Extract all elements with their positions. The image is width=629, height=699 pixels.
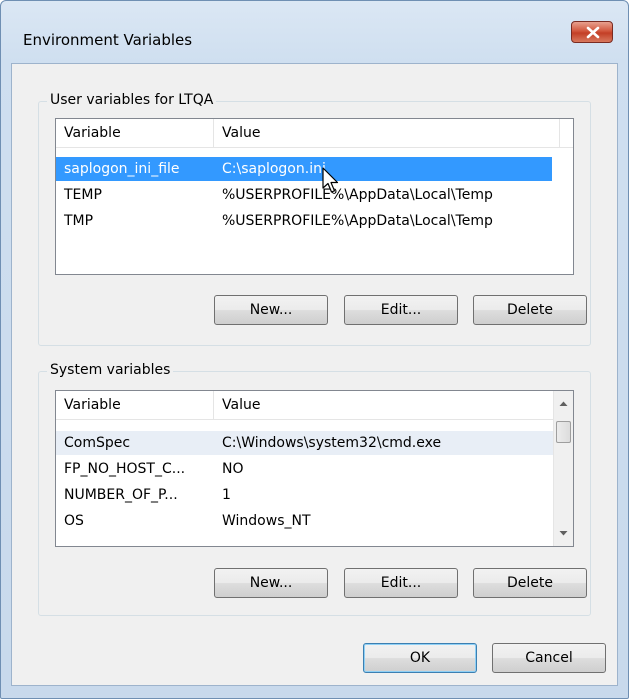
user-delete-button[interactable]: Delete: [473, 295, 587, 325]
ok-button[interactable]: OK: [363, 643, 477, 673]
system-list-header: Variable Value: [56, 391, 555, 420]
close-icon: [586, 26, 600, 39]
list-item[interactable]: NUMBER_OF_P... 1: [56, 483, 555, 507]
list-item[interactable]: TEMP %USERPROFILE%\AppData\Local\Temp: [56, 183, 552, 207]
arrow-down-icon: [559, 531, 568, 536]
scroll-down-button[interactable]: [554, 523, 573, 543]
column-header-variable[interactable]: Variable: [56, 119, 214, 147]
dialog-body: User variables for LTQA Variable Value s…: [11, 63, 618, 686]
variable-name: saplogon_ini_file: [64, 161, 180, 177]
system-variables-label: System variables: [47, 362, 174, 378]
system-delete-button[interactable]: Delete: [473, 568, 587, 598]
list-item[interactable]: OS Windows_NT: [56, 509, 555, 533]
variable-value: %USERPROFILE%\AppData\Local\Temp: [222, 187, 493, 203]
list-item[interactable]: TMP %USERPROFILE%\AppData\Local\Temp: [56, 209, 552, 233]
variable-value: 1: [222, 487, 231, 503]
system-edit-button[interactable]: Edit...: [344, 568, 458, 598]
column-header-value[interactable]: Value: [214, 119, 560, 147]
variable-name: OS: [64, 513, 84, 529]
user-variables-list[interactable]: Variable Value saplogon_ini_file C:\sapl…: [55, 118, 574, 275]
variable-value: %USERPROFILE%\AppData\Local\Temp: [222, 213, 493, 229]
list-item[interactable]: saplogon_ini_file C:\saplogon.ini: [56, 157, 552, 181]
mouse-cursor-icon: [322, 167, 339, 193]
system-variables-list[interactable]: Variable Value ComSpec C:\Windows\system…: [55, 390, 574, 547]
variable-name: TEMP: [64, 187, 102, 203]
scroll-thumb[interactable]: [556, 421, 571, 443]
system-variables-group: System variables Variable Value ComSpec …: [38, 362, 591, 616]
variable-name: TMP: [64, 213, 94, 229]
user-edit-button[interactable]: Edit...: [344, 295, 458, 325]
list-item[interactable]: ComSpec C:\Windows\system32\cmd.exe: [56, 431, 555, 455]
column-header-variable[interactable]: Variable: [56, 391, 214, 419]
variable-value: C:\Windows\system32\cmd.exe: [222, 435, 442, 451]
close-button[interactable]: [571, 21, 613, 43]
user-list-header: Variable Value: [56, 119, 573, 148]
variable-value: Windows_NT: [222, 513, 311, 529]
title-bar[interactable]: Environment Variables: [1, 1, 628, 49]
variable-name: ComSpec: [64, 435, 131, 451]
user-variables-label: User variables for LTQA: [47, 92, 217, 108]
list-item[interactable]: FP_NO_HOST_C... NO: [56, 457, 555, 481]
user-variables-group: User variables for LTQA Variable Value s…: [38, 92, 591, 346]
cancel-button[interactable]: Cancel: [492, 643, 606, 673]
scroll-up-button[interactable]: [554, 394, 573, 414]
variable-name: FP_NO_HOST_C...: [64, 461, 186, 477]
vertical-scrollbar[interactable]: [553, 391, 573, 546]
variable-name: NUMBER_OF_P...: [64, 487, 178, 503]
system-new-button[interactable]: New...: [214, 568, 328, 598]
column-header-value[interactable]: Value: [214, 391, 555, 419]
variable-value: NO: [222, 461, 244, 477]
window-title: Environment Variables: [23, 31, 193, 49]
arrow-up-icon: [559, 401, 568, 406]
environment-variables-window: Environment Variables User variables for…: [0, 0, 629, 699]
user-new-button[interactable]: New...: [214, 295, 328, 325]
variable-value: C:\saplogon.ini: [222, 161, 326, 177]
